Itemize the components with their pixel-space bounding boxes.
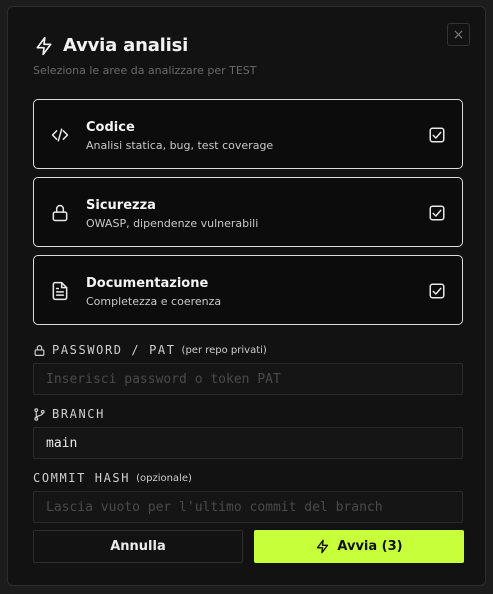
document-icon bbox=[52, 281, 68, 301]
branch-label-row: BRANCH bbox=[33, 407, 105, 421]
dialog-title: Avvia analisi bbox=[63, 35, 189, 56]
commit-note: (opzionale) bbox=[136, 472, 192, 484]
git-branch-icon bbox=[34, 407, 45, 421]
area-name: Codice bbox=[86, 120, 135, 135]
area-card-documentation[interactable]: Documentazione Completezza e coerenza bbox=[33, 255, 463, 325]
checkbox-checked-icon[interactable] bbox=[428, 282, 446, 300]
area-name: Sicurezza bbox=[86, 198, 156, 213]
password-label-row: PASSWORD / PAT (per repo privati) bbox=[33, 343, 267, 357]
area-name: Documentazione bbox=[86, 276, 209, 291]
password-input[interactable]: Inserisci password o token PAT bbox=[33, 363, 463, 395]
dialog-subtitle: Seleziona le aree da analizzare per TEST bbox=[33, 64, 257, 77]
password-label: PASSWORD / PAT bbox=[52, 343, 176, 357]
close-icon: × bbox=[452, 26, 465, 43]
start-analysis-button[interactable]: Avvia (3) bbox=[254, 530, 464, 563]
lightning-icon bbox=[36, 36, 52, 55]
commit-placeholder: Lascia vuoto per l'ultimo commit del bra… bbox=[46, 499, 383, 515]
area-description: Analisi statica, bug, test coverage bbox=[86, 139, 274, 152]
area-list[interactable]: Codice Analisi statica, bug, test covera… bbox=[33, 99, 463, 326]
cancel-button[interactable]: Annulla bbox=[33, 530, 243, 563]
checkbox-checked-icon[interactable] bbox=[428, 204, 446, 222]
close-button[interactable]: × bbox=[447, 23, 470, 46]
lock-icon bbox=[52, 204, 68, 222]
lock-icon bbox=[34, 344, 45, 356]
area-description: Completezza e coerenza bbox=[86, 295, 222, 308]
dialog-header: Avvia analisi bbox=[34, 35, 188, 56]
password-note: (per repo privati) bbox=[181, 344, 267, 356]
checkbox-checked-icon[interactable] bbox=[428, 126, 446, 144]
lightning-icon bbox=[317, 539, 329, 554]
area-description: OWASP, dipendenze vulnerabili bbox=[86, 217, 259, 230]
password-placeholder: Inserisci password o token PAT bbox=[46, 371, 281, 387]
commit-input[interactable]: Lascia vuoto per l'ultimo commit del bra… bbox=[33, 491, 463, 523]
cancel-label: Annulla bbox=[110, 539, 166, 554]
commit-label-row: COMMIT HASH (opzionale) bbox=[33, 471, 192, 485]
start-analysis-dialog: × Avvia analisi Seleziona le aree da ana… bbox=[7, 6, 486, 586]
commit-label: COMMIT HASH bbox=[33, 471, 131, 485]
area-card-code[interactable]: Codice Analisi statica, bug, test covera… bbox=[33, 99, 463, 169]
code-icon bbox=[51, 128, 69, 142]
branch-input[interactable]: main bbox=[33, 427, 463, 459]
start-label: Avvia (3) bbox=[337, 539, 403, 554]
branch-label: BRANCH bbox=[52, 407, 105, 421]
branch-value: main bbox=[46, 435, 78, 451]
area-card-security[interactable]: Sicurezza OWASP, dipendenze vulnerabili bbox=[33, 177, 463, 247]
